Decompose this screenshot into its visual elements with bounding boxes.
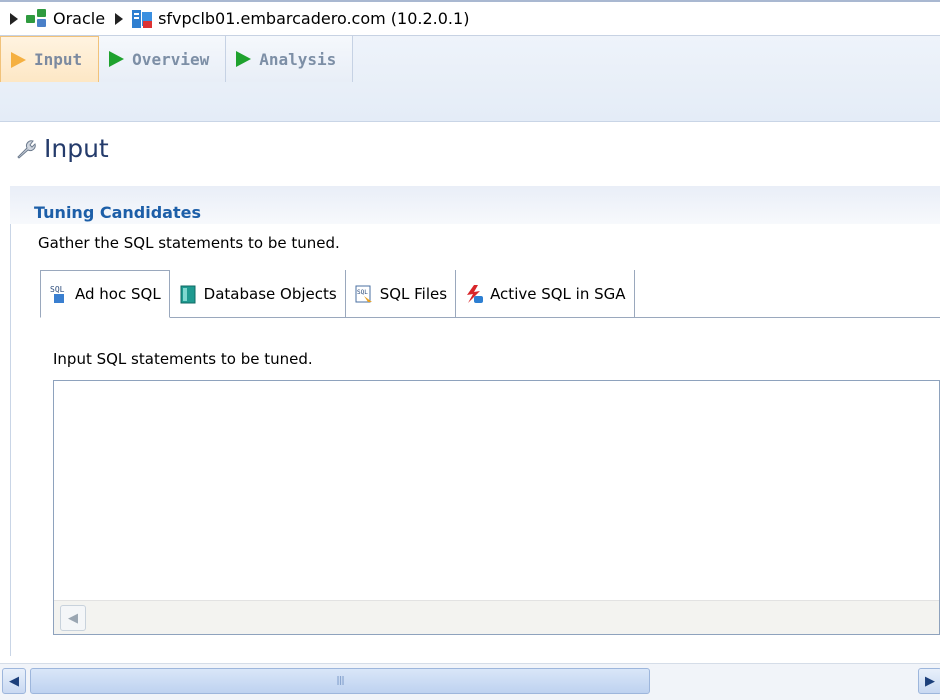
sql-input-textarea[interactable]: ◀ — [53, 380, 940, 635]
sql-input-hscrollbar[interactable]: ◀ — [54, 600, 939, 634]
section-title: Tuning Candidates — [34, 203, 201, 222]
breadcrumb: Oracle sfvpclb01.embarcadero.com (10.2.0… — [0, 0, 940, 36]
sql-icon: SQL — [50, 285, 65, 303]
chevron-right-icon[interactable] — [10, 12, 18, 25]
tab-sql-files[interactable]: SQL SQL Files — [346, 270, 457, 318]
scroll-right-icon[interactable]: ▶ — [918, 668, 940, 694]
section-description: Gather the SQL statements to be tuned. — [38, 234, 340, 252]
page-title: Input — [14, 134, 109, 163]
sql-input-label: Input SQL statements to be tuned. — [53, 350, 313, 368]
tab-strip: Input Overview Analysis — [0, 36, 940, 122]
database-group-icon — [26, 8, 48, 29]
scroll-left-icon[interactable]: ◀ — [2, 668, 26, 694]
server-icon — [131, 8, 153, 30]
page-hscrollbar[interactable]: ◀ III ▶ — [0, 663, 940, 700]
breadcrumb-item-server[interactable]: sfvpclb01.embarcadero.com (10.2.0.1) — [131, 8, 469, 30]
tab-database-objects[interactable]: Database Objects — [170, 270, 346, 318]
active-sql-icon — [467, 285, 484, 303]
sql-file-icon: SQL — [355, 285, 372, 303]
play-icon — [109, 51, 125, 67]
chevron-right-icon[interactable] — [115, 12, 124, 25]
play-icon — [236, 51, 252, 67]
tab-overview[interactable]: Overview — [99, 36, 227, 82]
wrench-icon — [17, 139, 36, 159]
play-icon — [11, 51, 26, 68]
tab-input[interactable]: Input — [0, 36, 100, 82]
tab-analysis[interactable]: Analysis — [226, 36, 354, 82]
database-icon — [180, 285, 196, 304]
tab-adhoc-sql[interactable]: SQL Ad hoc SQL — [40, 270, 170, 318]
scrollbar-thumb[interactable]: III — [30, 668, 650, 694]
scroll-left-icon[interactable]: ◀ — [60, 605, 86, 631]
sql-text[interactable] — [54, 381, 939, 389]
breadcrumb-item-oracle[interactable]: Oracle — [26, 8, 105, 29]
svg-text:SQL: SQL — [357, 289, 368, 296]
svg-text:SQL: SQL — [50, 285, 65, 294]
tab-active-sql-in-sga[interactable]: Active SQL in SGA — [456, 270, 635, 318]
candidate-source-tabs: SQL Ad hoc SQL Database Objects SQL SQL … — [40, 270, 940, 318]
